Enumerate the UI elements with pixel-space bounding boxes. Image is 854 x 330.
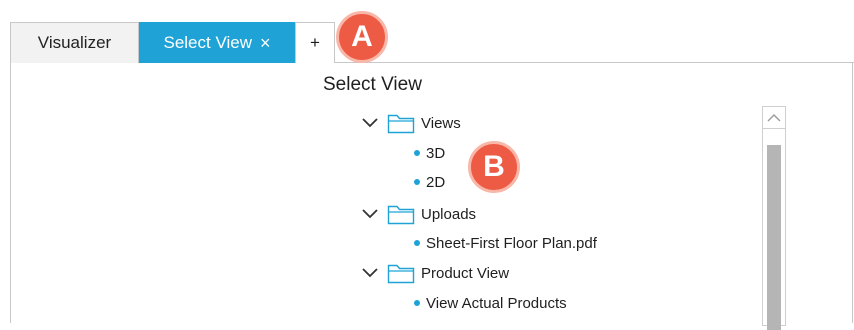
plus-icon: + (310, 33, 320, 52)
tree-folder-product-view[interactable]: Product View (361, 262, 509, 284)
tree-item-sheet-pdf[interactable]: Sheet-First Floor Plan.pdf (414, 232, 597, 254)
folder-icon (387, 264, 415, 284)
panel-title: Select View (323, 74, 422, 95)
tree-item-label: View Actual Products (426, 294, 567, 312)
chevron-down-icon[interactable] (361, 207, 379, 221)
tree-folder-label: Uploads (421, 205, 477, 223)
select-view-panel: Select View Views 3D 2D Uploads Sheet-Fi… (10, 63, 853, 330)
tab-visualizer-label: Visualizer (37, 33, 112, 52)
add-tab-button[interactable]: + (295, 22, 335, 63)
callout-badge-a: A (336, 11, 388, 63)
tab-bar: Visualizer Select View × + (10, 22, 854, 63)
close-icon[interactable]: × (260, 34, 271, 52)
folder-icon (387, 114, 415, 134)
callout-badge-b: B (468, 141, 520, 193)
bullet-icon (414, 240, 420, 246)
scroll-thumb[interactable] (767, 145, 781, 330)
tree-item-label: Sheet-First Floor Plan.pdf (426, 234, 597, 252)
chevron-up-icon (767, 113, 781, 121)
tree-folder-label: Product View (421, 264, 510, 282)
tree-item-view-actual-products[interactable]: View Actual Products (414, 292, 567, 314)
chevron-down-icon[interactable] (361, 116, 379, 130)
vertical-scrollbar[interactable] (762, 106, 786, 330)
callout-a-label: A (351, 20, 373, 53)
folder-icon (387, 205, 415, 225)
callout-b-label: B (483, 150, 505, 183)
scroll-up-button[interactable] (763, 107, 785, 129)
tree-item-label: 3D (426, 144, 446, 162)
tab-visualizer[interactable]: Visualizer (10, 22, 139, 63)
tree-folder-label: Views (421, 114, 461, 132)
tree-folder-views[interactable]: Views (361, 112, 461, 134)
tree-item-label: 2D (426, 173, 446, 191)
tree-item-2d[interactable]: 2D (414, 171, 445, 193)
tree-item-3d[interactable]: 3D (414, 142, 445, 164)
bullet-icon (414, 300, 420, 306)
bullet-icon (414, 150, 420, 156)
chevron-down-icon[interactable] (361, 266, 379, 280)
tab-select-view[interactable]: Select View × (139, 22, 295, 63)
bullet-icon (414, 179, 420, 185)
tree-folder-uploads[interactable]: Uploads (361, 203, 476, 225)
tab-select-view-label: Select View (163, 32, 252, 52)
